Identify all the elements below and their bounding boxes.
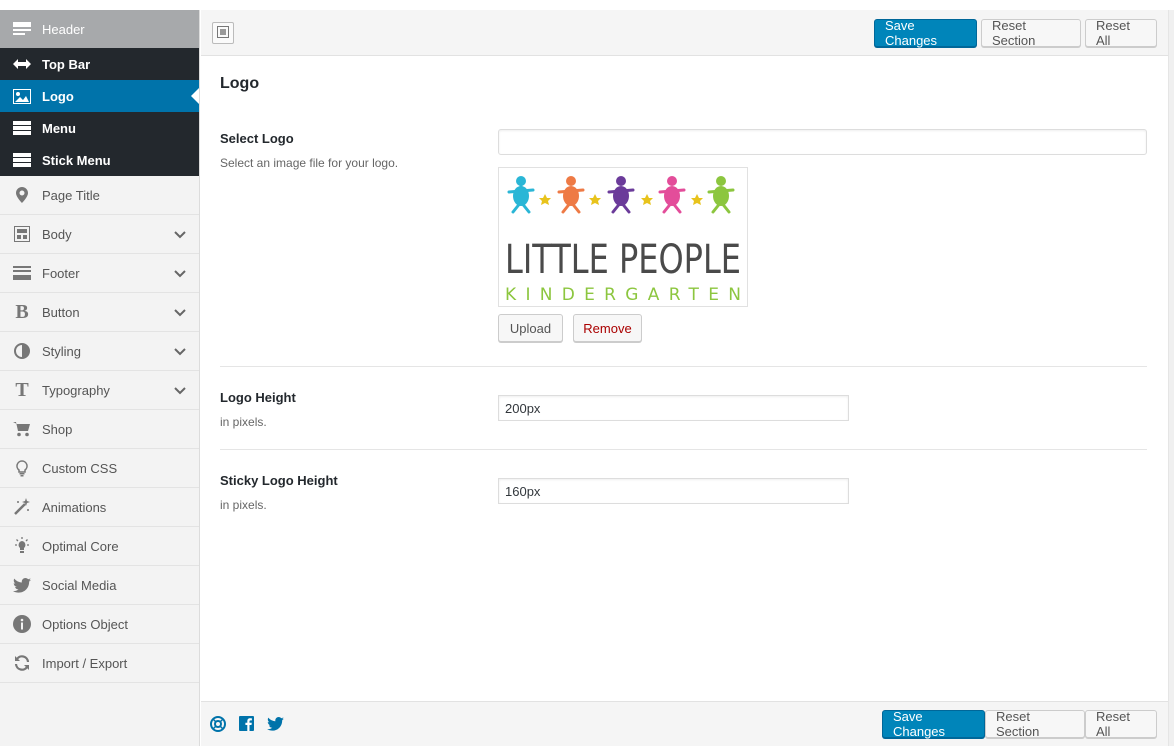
sidebar-item-label: Options Object bbox=[42, 616, 128, 632]
sidebar-item-social-media[interactable]: Social Media bbox=[0, 566, 199, 605]
sidebar-item-body[interactable]: Body bbox=[0, 215, 199, 254]
vertical-scrollbar[interactable] bbox=[1168, 10, 1174, 746]
sidebar-item-label: Header bbox=[42, 21, 85, 37]
logo-height-description: in pixels. bbox=[220, 415, 267, 429]
text-t-icon: T bbox=[15, 378, 29, 401]
header-submenu: Top Bar Logo Menu Stick Menu bbox=[0, 48, 199, 176]
expand-icon bbox=[217, 25, 229, 41]
bulb-rays-icon bbox=[12, 536, 32, 556]
sidebar-item-label: Import / Export bbox=[42, 655, 128, 671]
sidebar-item-top-bar[interactable]: Top Bar bbox=[0, 48, 199, 80]
layout-icon bbox=[12, 224, 32, 244]
select-logo-description: Select an image file for your logo. bbox=[220, 156, 399, 170]
save-changes-button[interactable]: Save Changes bbox=[874, 18, 977, 48]
options-toolbar-top: Save Changes Reset Section Reset All bbox=[201, 10, 1168, 56]
section-content: Logo Select Logo Select an image file fo… bbox=[201, 56, 1168, 701]
sidebar-item-label: Shop bbox=[42, 421, 73, 437]
sidebar-item-footer[interactable]: Footer bbox=[0, 254, 199, 293]
cart-icon bbox=[12, 419, 32, 439]
options-panel: Header Top Bar Logo Menu Stick Menu Page… bbox=[0, 0, 1174, 748]
sidebar-item-label: Styling bbox=[42, 343, 82, 359]
sidebar-item-button[interactable]: B Button bbox=[0, 293, 199, 332]
sidebar-item-shop[interactable]: Shop bbox=[0, 410, 199, 449]
expand-options-button[interactable] bbox=[212, 22, 234, 44]
sidebar-item-label: Footer bbox=[42, 265, 80, 281]
chevron-down-icon[interactable] bbox=[173, 267, 187, 281]
reset-all-button[interactable]: Reset All bbox=[1085, 709, 1157, 739]
info-icon bbox=[12, 614, 32, 634]
sidebar-item-options-object[interactable]: Options Object bbox=[0, 605, 199, 644]
sidebar-item-stick-menu[interactable]: Stick Menu bbox=[0, 144, 199, 176]
section-title: Logo bbox=[220, 75, 260, 92]
sidebar-item-styling[interactable]: Styling bbox=[0, 332, 199, 371]
sidebar-item-import-export[interactable]: Import / Export bbox=[0, 644, 199, 683]
magic-wand-icon bbox=[12, 497, 32, 517]
sidebar-item-label: Stick Menu bbox=[42, 152, 111, 168]
chevron-down-icon[interactable] bbox=[173, 306, 187, 320]
select-logo-label: Select Logo bbox=[220, 131, 294, 146]
field-divider bbox=[220, 449, 1147, 450]
sidebar-item-label: Custom CSS bbox=[42, 460, 118, 476]
sidebar-item-label: Animations bbox=[42, 499, 107, 515]
sidebar-item-optimal-core[interactable]: Optimal Core bbox=[0, 527, 199, 566]
sidebar-item-page-title[interactable]: Page Title bbox=[0, 176, 199, 215]
remove-button[interactable]: Remove bbox=[573, 314, 642, 342]
reset-section-button[interactable]: Reset Section bbox=[985, 709, 1085, 739]
logo-url-field[interactable] bbox=[498, 129, 1147, 155]
sidebar-item-label: Optimal Core bbox=[42, 538, 119, 554]
sidebar-item-label: Page Title bbox=[42, 187, 100, 203]
header-icon bbox=[12, 19, 32, 39]
reset-section-button[interactable]: Reset Section bbox=[981, 18, 1081, 48]
logo-height-input[interactable]: 200px bbox=[498, 395, 849, 421]
chevron-down-icon[interactable] bbox=[173, 228, 187, 242]
sidebar-item-custom-css[interactable]: Custom CSS bbox=[0, 449, 199, 488]
sidebar-item-label: Button bbox=[42, 304, 80, 320]
refresh-icon bbox=[12, 653, 32, 673]
chevron-down-icon[interactable] bbox=[173, 384, 187, 398]
upload-button[interactable]: Upload bbox=[498, 314, 563, 342]
sidebar-item-label: Social Media bbox=[42, 577, 117, 593]
facebook-icon[interactable] bbox=[239, 716, 254, 734]
field-divider bbox=[220, 366, 1147, 367]
sticky-logo-height-description: in pixels. bbox=[220, 498, 267, 512]
logo-preview-image: LITTLE PEOPLE KINDERGARTEN bbox=[498, 167, 748, 307]
bold-b-icon: B bbox=[15, 300, 29, 323]
menu-icon bbox=[12, 118, 32, 138]
sidebar-item-animations[interactable]: Animations bbox=[0, 488, 199, 527]
sidebar-item-label: Logo bbox=[42, 88, 74, 104]
sidebar-item-label: Typography bbox=[42, 382, 110, 398]
footer-icon bbox=[12, 263, 32, 283]
sticky-logo-height-input[interactable]: 160px bbox=[498, 478, 849, 504]
location-pin-icon bbox=[12, 185, 32, 205]
menu-icon bbox=[12, 150, 32, 170]
sidebar-item-label: Menu bbox=[42, 120, 76, 136]
logo-text-line1: LITTLE PEOPLE bbox=[505, 237, 741, 283]
sidebar-item-label: Body bbox=[42, 226, 72, 242]
options-toolbar-bottom: Save Changes Reset Section Reset All bbox=[201, 701, 1168, 746]
sidebar-item-menu[interactable]: Menu bbox=[0, 112, 199, 144]
figure-1 bbox=[507, 176, 535, 214]
reset-all-button[interactable]: Reset All bbox=[1085, 18, 1157, 48]
sidebar-item-header[interactable]: Header bbox=[0, 10, 199, 48]
logo-text-line2: KINDERGARTEN bbox=[505, 285, 741, 305]
save-changes-button[interactable]: Save Changes bbox=[882, 709, 985, 739]
options-sidebar: Header Top Bar Logo Menu Stick Menu Page… bbox=[0, 10, 200, 746]
half-circle-icon bbox=[12, 341, 32, 361]
sidebar-item-typography[interactable]: T Typography bbox=[0, 371, 199, 410]
chevron-down-icon[interactable] bbox=[173, 345, 187, 359]
arrows-horizontal-icon bbox=[12, 54, 32, 74]
lightbulb-icon bbox=[12, 458, 32, 478]
support-icon[interactable] bbox=[210, 716, 226, 735]
image-icon bbox=[12, 86, 32, 106]
logo-height-label: Logo Height bbox=[220, 390, 296, 405]
sticky-logo-height-label: Sticky Logo Height bbox=[220, 473, 338, 488]
sidebar-item-label: Top Bar bbox=[42, 56, 91, 72]
sidebar-item-logo[interactable]: Logo bbox=[0, 80, 199, 112]
twitter-icon[interactable] bbox=[267, 717, 284, 734]
twitter-icon bbox=[12, 575, 32, 595]
